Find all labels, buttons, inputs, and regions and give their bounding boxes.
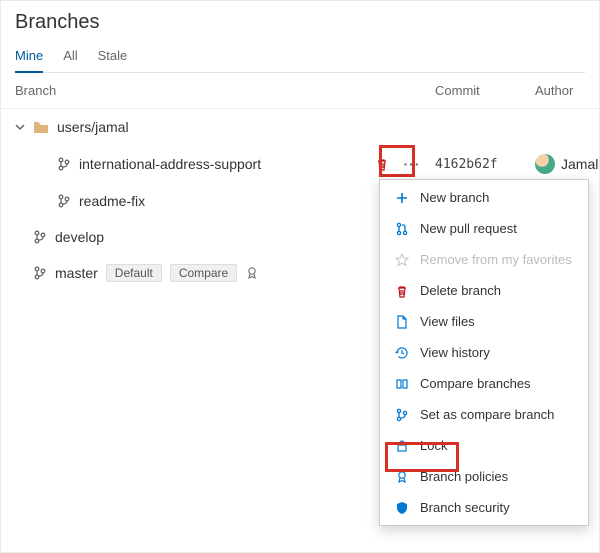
menu-view-history[interactable]: View history xyxy=(380,337,588,368)
tabs: Mine All Stale xyxy=(15,42,585,73)
folder-name: users/jamal xyxy=(57,119,129,135)
menu-delete-branch[interactable]: Delete branch xyxy=(380,275,588,306)
branch-icon xyxy=(57,194,71,208)
menu-label: View history xyxy=(420,345,490,360)
history-icon xyxy=(394,346,410,360)
folder-icon xyxy=(33,120,49,134)
context-menu: New branch New pull request Remove from … xyxy=(379,179,589,526)
menu-set-compare[interactable]: Set as compare branch xyxy=(380,399,588,430)
branch-icon xyxy=(57,157,71,171)
page-title: Branches xyxy=(15,11,585,34)
branch-row-intl[interactable]: international-address-support ··· 4162b6… xyxy=(1,145,599,183)
branch-name: readme-fix xyxy=(79,193,145,209)
menu-label: New branch xyxy=(420,190,489,205)
menu-branch-security[interactable]: Branch security xyxy=(380,492,588,523)
menu-label: Branch security xyxy=(420,500,510,515)
menu-label: View files xyxy=(420,314,475,329)
author-name: Jamal xyxy=(561,156,598,172)
branch-icon xyxy=(394,408,410,422)
chevron-down-icon[interactable] xyxy=(15,122,25,132)
menu-label: Set as compare branch xyxy=(420,407,554,422)
column-headers: Branch Commit Author xyxy=(1,73,599,109)
menu-label: Delete branch xyxy=(420,283,501,298)
highlight-lock-item xyxy=(385,442,459,472)
branch-icon xyxy=(33,230,47,244)
compare-badge: Compare xyxy=(170,264,237,282)
tab-stale[interactable]: Stale xyxy=(98,42,128,72)
shield-icon xyxy=(394,501,410,515)
highlight-more-button xyxy=(379,145,415,177)
tab-all[interactable]: All xyxy=(63,42,77,72)
menu-compare-branches[interactable]: Compare branches xyxy=(380,368,588,399)
branch-icon xyxy=(33,266,47,280)
menu-view-files[interactable]: View files xyxy=(380,306,588,337)
compare-icon xyxy=(394,377,410,391)
menu-label: New pull request xyxy=(420,221,517,236)
trash-icon xyxy=(394,284,410,298)
branch-name: international-address-support xyxy=(79,156,261,172)
folder-row[interactable]: users/jamal xyxy=(1,109,599,145)
menu-remove-fav: Remove from my favorites xyxy=(380,244,588,275)
menu-new-pr[interactable]: New pull request xyxy=(380,213,588,244)
file-icon xyxy=(394,315,410,329)
col-branch: Branch xyxy=(15,83,435,98)
menu-label: Remove from my favorites xyxy=(420,252,572,267)
tab-mine[interactable]: Mine xyxy=(15,42,43,73)
branch-name: develop xyxy=(55,229,104,245)
default-badge: Default xyxy=(106,264,162,282)
col-commit: Commit xyxy=(435,83,535,98)
avatar xyxy=(535,154,555,174)
plus-icon xyxy=(394,191,410,205)
menu-new-branch[interactable]: New branch xyxy=(380,182,588,213)
star-outline-icon xyxy=(394,253,410,267)
col-author: Author xyxy=(535,83,585,98)
commit-hash[interactable]: 4162b62f xyxy=(435,157,535,172)
branch-name: master xyxy=(55,265,98,281)
menu-label: Compare branches xyxy=(420,376,531,391)
pull-request-icon xyxy=(394,222,410,236)
award-icon xyxy=(245,266,259,280)
